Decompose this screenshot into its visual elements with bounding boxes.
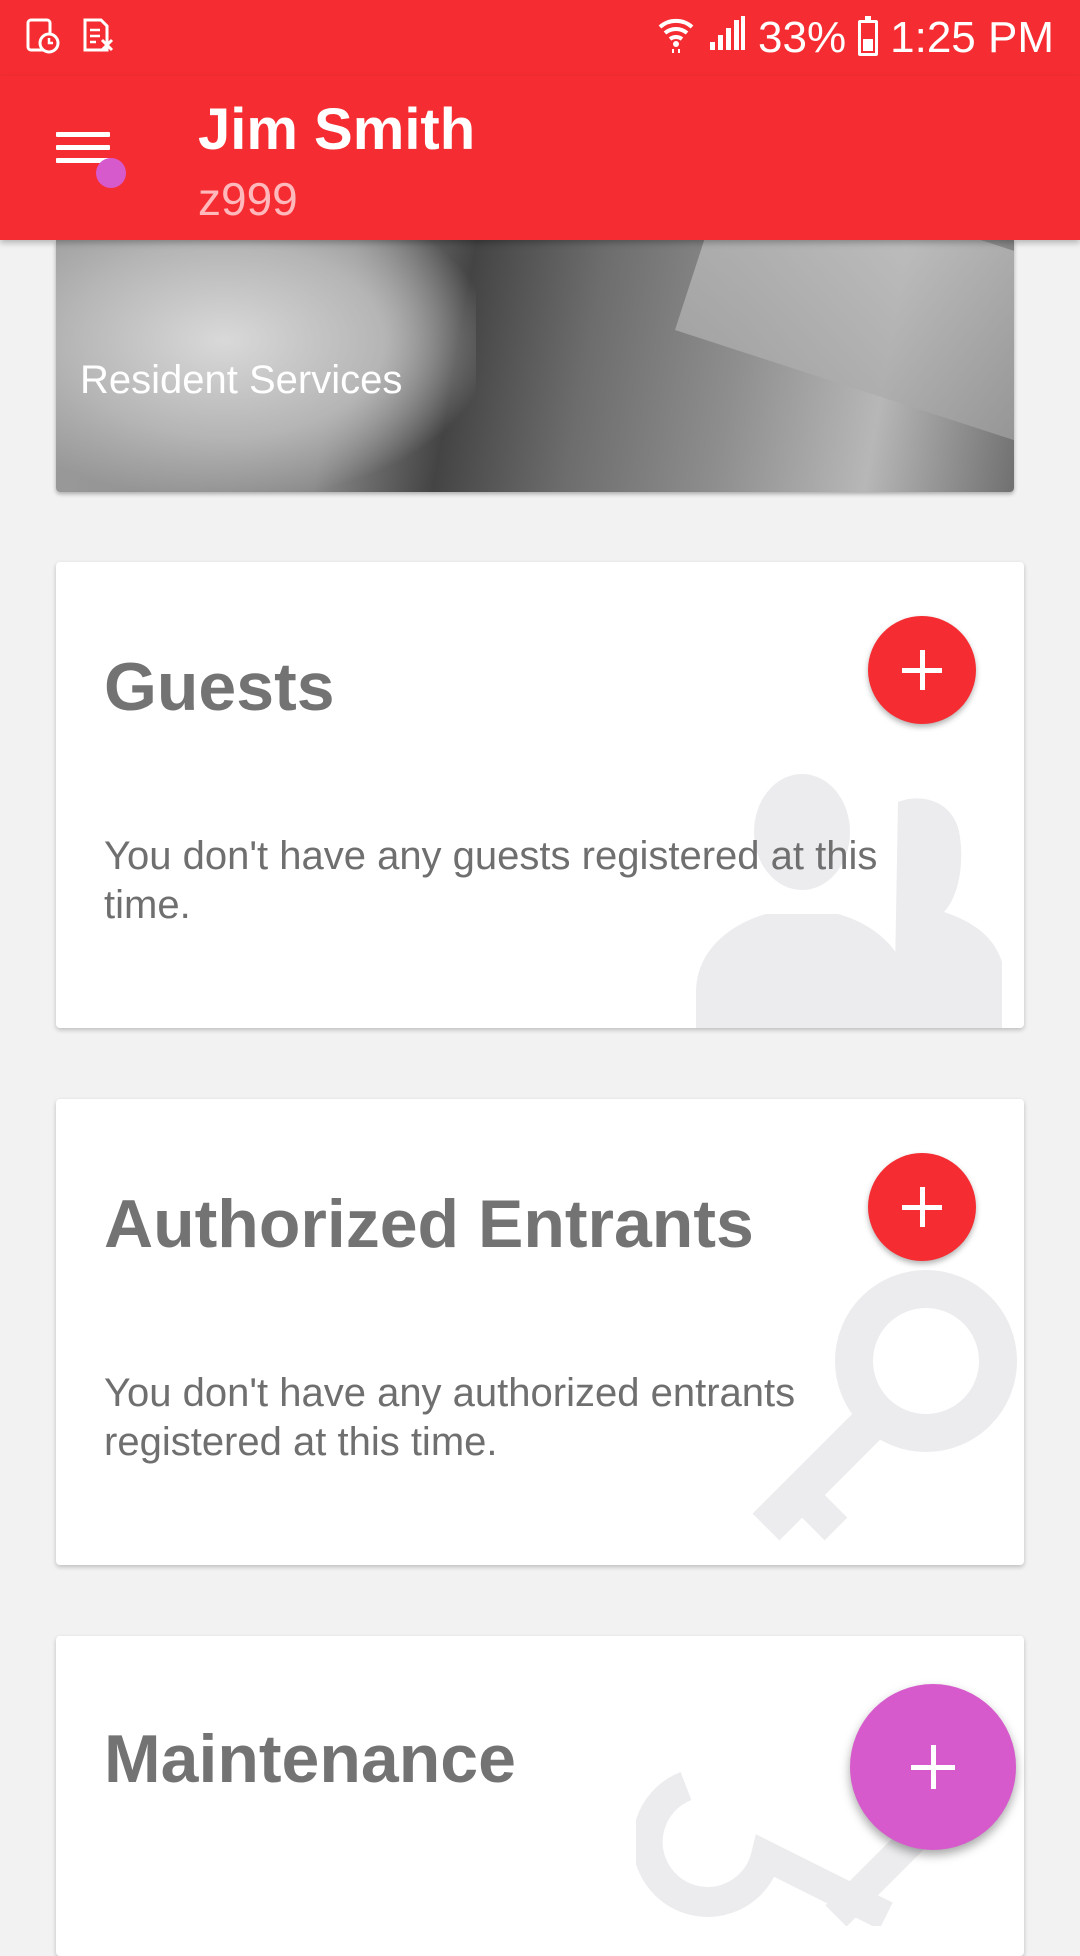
menu-button[interactable] (56, 132, 126, 192)
user-name: Jim Smith (198, 97, 476, 162)
entrants-empty-message: You don't have any authorized entrants r… (104, 1371, 796, 1464)
battery-icon (858, 16, 879, 56)
authorized-entrants-card: Authorized Entrants You don't have any a… (56, 1099, 1024, 1565)
calendar-clock-icon (26, 18, 60, 54)
battery-percent: 33% (758, 13, 847, 62)
sim-off-icon (82, 18, 114, 52)
guests-title: Guests (104, 649, 335, 725)
user-id: z999 (198, 173, 298, 225)
maintenance-title: Maintenance (104, 1721, 516, 1797)
authorized-entrants-title: Authorized Entrants (104, 1186, 754, 1262)
guests-card: Guests You don't have any guests registe… (56, 562, 1024, 1028)
wifi-icon (656, 13, 696, 64)
signal-icon (708, 13, 746, 63)
resident-services-banner[interactable]: Resident Services (56, 240, 1014, 492)
clock: 1:25 PM (890, 13, 1054, 62)
fab-add-button[interactable] (850, 1684, 1016, 1850)
add-entrant-button[interactable] (868, 1153, 976, 1261)
notification-dot (96, 158, 126, 188)
app-bar: Jim Smith z999 (0, 76, 1080, 240)
guests-empty-message: You don't have any guests registered at … (104, 834, 878, 927)
banner-title: Resident Services (80, 358, 403, 402)
status-bar: 33% 1:25 PM (0, 0, 1080, 76)
add-guest-button[interactable] (868, 616, 976, 724)
